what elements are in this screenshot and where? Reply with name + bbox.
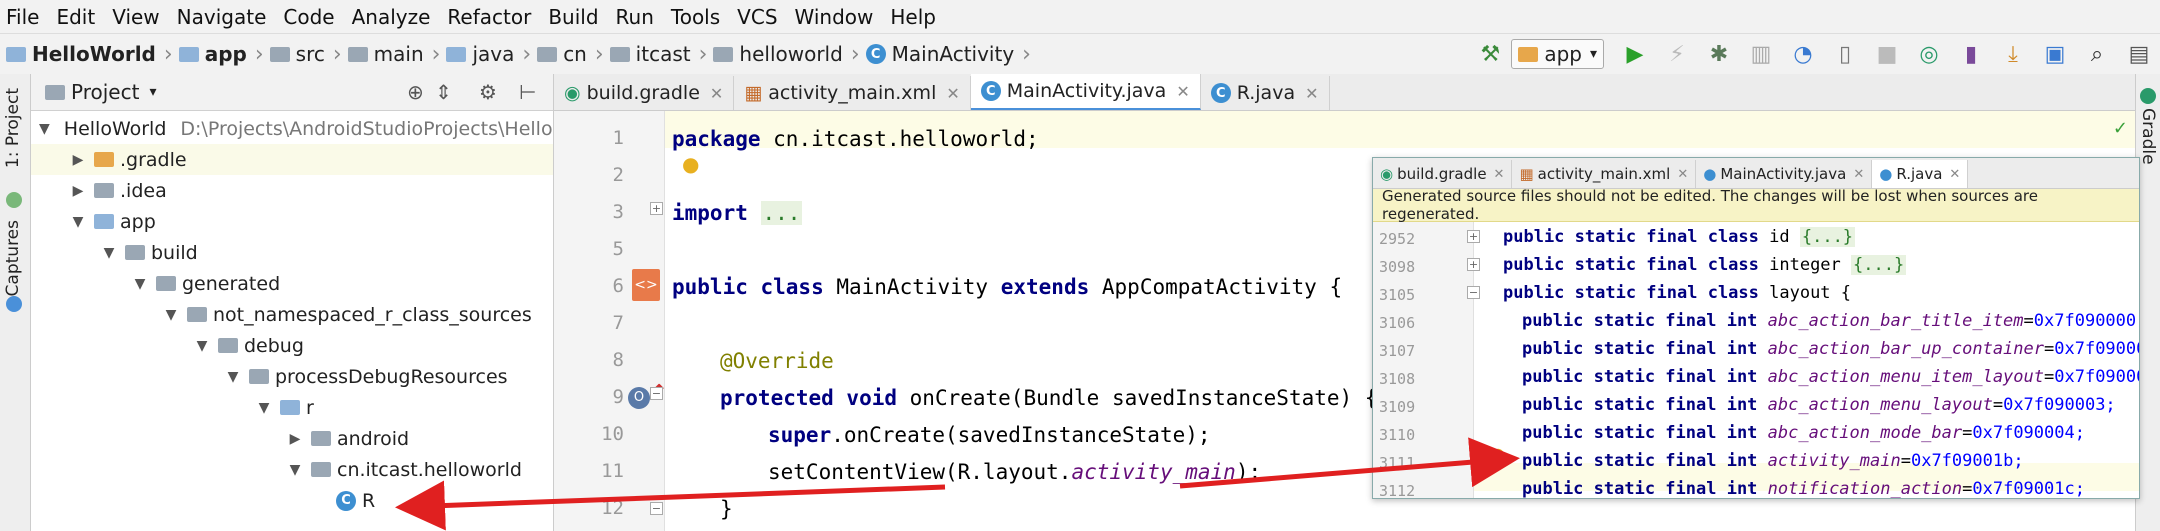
annotation-arrows	[395, 437, 1520, 531]
arrow-to-r-field	[1179, 437, 1520, 489]
arrow-to-r-class	[395, 480, 946, 531]
